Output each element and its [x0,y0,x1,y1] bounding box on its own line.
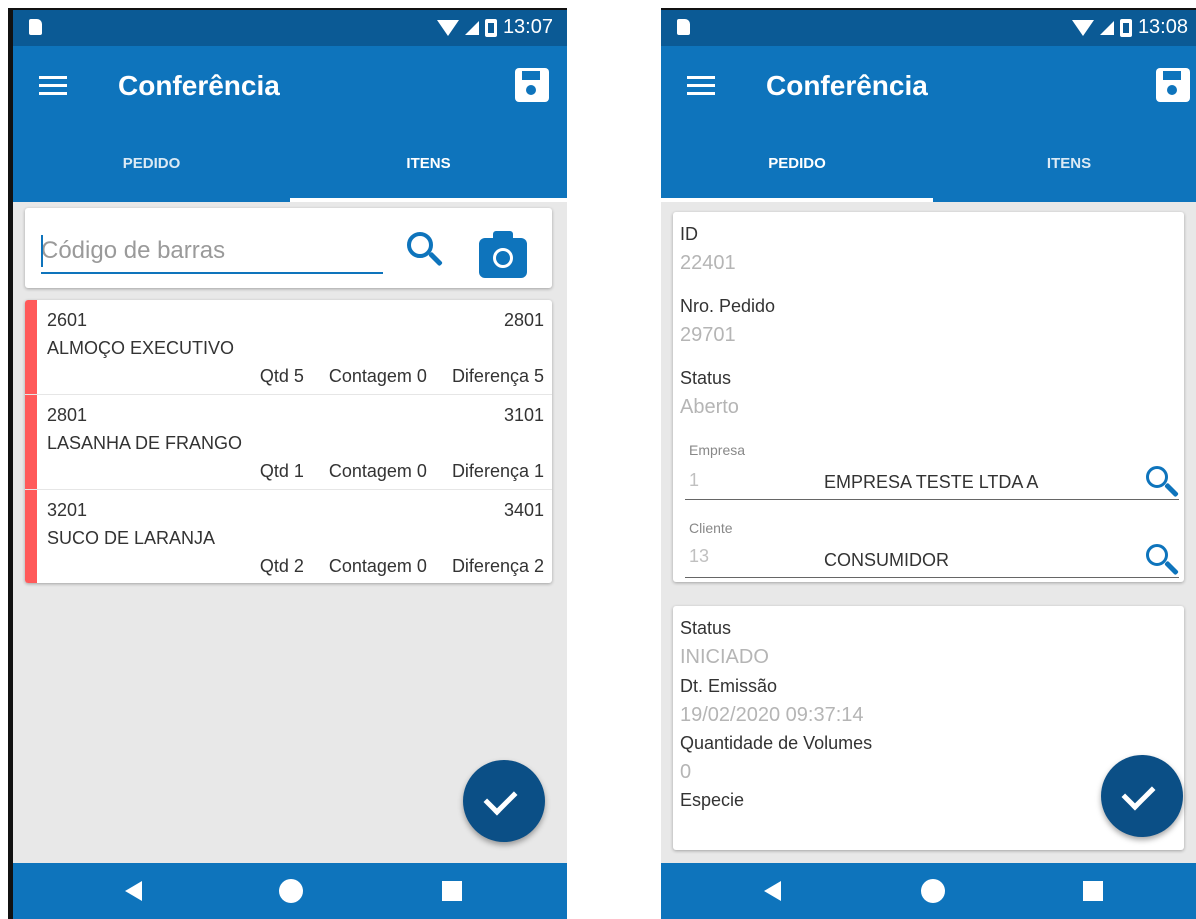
item-ref: 3101 [503,405,544,425]
item-contagem: Contagem 0 [328,556,427,576]
signal-icon [464,20,479,35]
check-icon [483,781,518,816]
back-icon[interactable] [764,881,781,901]
home-icon[interactable] [279,879,303,903]
volumes-label: Quantidade de Volumes [680,733,873,753]
confirm-button[interactable] [1101,755,1183,837]
wifi-icon [1071,19,1094,36]
emissao-label: Dt. Emissão [680,676,778,696]
recent-apps-icon[interactable] [442,881,462,901]
item-code: 3201 [47,500,88,520]
menu-icon[interactable] [39,76,67,96]
id-label: ID [680,224,698,244]
status-time: 13:07 [502,16,553,38]
phone-screen-itens: 13:07 Conferência PEDIDO ITENS 2601 2801… [8,8,567,919]
status-bar: 13:08 [661,10,1196,46]
id-value: 22401 [680,252,736,274]
search-icon[interactable] [1146,466,1168,488]
battery-icon [1119,18,1132,37]
item-diferenca: Diferença 1 [451,461,544,481]
camera-icon[interactable] [479,231,527,278]
back-icon[interactable] [125,881,142,901]
signal-icon [1099,20,1114,35]
tab-bar: PEDIDO ITENS [13,126,567,202]
item-code: 2601 [47,310,88,330]
item-code: 2801 [47,405,88,425]
empresa-field-underline [685,499,1179,500]
empresa-name: EMPRESA TESTE LTDA A [824,472,1039,492]
item-diferenca: Diferença 2 [451,556,544,576]
items-list: 2601 2801 ALMOÇO EXECUTIVO Qtd 5 Contage… [25,300,552,583]
phone-screen-pedido: 13:08 Conferência PEDIDO ITENS ID 22401 … [661,8,1196,919]
item-name: SUCO DE LARANJA [47,528,216,548]
tab-pedido[interactable]: PEDIDO [661,126,933,202]
save-icon[interactable] [515,68,549,102]
cliente-name: CONSUMIDOR [824,550,949,570]
pedido-info-card: ID 22401 Nro. Pedido 29701 Status Aberto… [673,212,1184,582]
item-qtd: Qtd 1 [259,461,304,481]
text-caret [41,235,43,267]
volumes-value: 0 [680,761,692,783]
list-item[interactable]: 2601 2801 ALMOÇO EXECUTIVO Qtd 5 Contage… [25,300,552,395]
tab-bar: PEDIDO ITENS [661,126,1196,202]
tab-indicator [661,198,933,202]
pedido-label: Nro. Pedido [680,296,776,316]
status-value: Aberto [680,396,739,418]
status-time: 13:08 [1137,16,1188,38]
status-indicator [25,300,37,394]
tab-pedido[interactable]: PEDIDO [13,126,290,202]
list-item[interactable]: 3201 3401 SUCO DE LARANJA Qtd 2 Contagem… [25,490,552,583]
status-label: Status [680,368,732,388]
item-name: ALMOÇO EXECUTIVO [47,338,235,358]
search-icon[interactable] [1146,544,1168,566]
sim-icon [677,19,690,35]
nav-bar [13,863,567,919]
nav-bar [661,863,1196,919]
status-indicator [25,490,37,583]
status-indicator [25,395,37,489]
emissao-value: 19/02/2020 09:37:14 [680,704,864,726]
tab-indicator [290,198,567,202]
page-title: Conferência [118,70,280,101]
empresa-code: 1 [689,470,700,490]
item-name: LASANHA DE FRANGO [47,433,243,453]
status-bar: 13:07 [13,10,567,46]
status2-value: INICIADO [680,646,769,668]
page-title: Conferência [766,70,928,101]
especie-label: Especie [680,790,745,810]
item-ref: 2801 [503,310,544,330]
barcode-input[interactable] [41,230,383,274]
home-icon[interactable] [921,879,945,903]
item-contagem: Contagem 0 [328,461,427,481]
sim-icon [29,19,42,35]
status2-label: Status [680,618,732,638]
cliente-field-underline [685,577,1179,578]
item-contagem: Contagem 0 [328,366,427,386]
app-bar: Conferência [661,46,1196,126]
search-icon[interactable] [407,232,433,258]
confirm-button[interactable] [463,760,545,842]
cliente-code: 13 [689,546,710,566]
item-qtd: Qtd 2 [259,556,304,576]
barcode-search-card [25,208,552,288]
item-ref: 3401 [503,500,544,520]
recent-apps-icon[interactable] [1083,881,1103,901]
empresa-label: Empresa [689,442,746,458]
cliente-label: Cliente [689,520,733,536]
app-bar: Conferência [13,46,567,126]
list-item[interactable]: 2801 3101 LASANHA DE FRANGO Qtd 1 Contag… [25,395,552,490]
check-icon [1121,776,1156,811]
wifi-icon [436,19,459,36]
menu-icon[interactable] [687,76,715,96]
pedido-value: 29701 [680,324,736,346]
save-icon[interactable] [1156,68,1190,102]
battery-icon [484,18,497,37]
tab-itens[interactable]: ITENS [290,126,567,202]
tab-itens[interactable]: ITENS [933,126,1196,202]
item-qtd: Qtd 5 [259,366,304,386]
item-diferenca: Diferença 5 [451,366,544,386]
